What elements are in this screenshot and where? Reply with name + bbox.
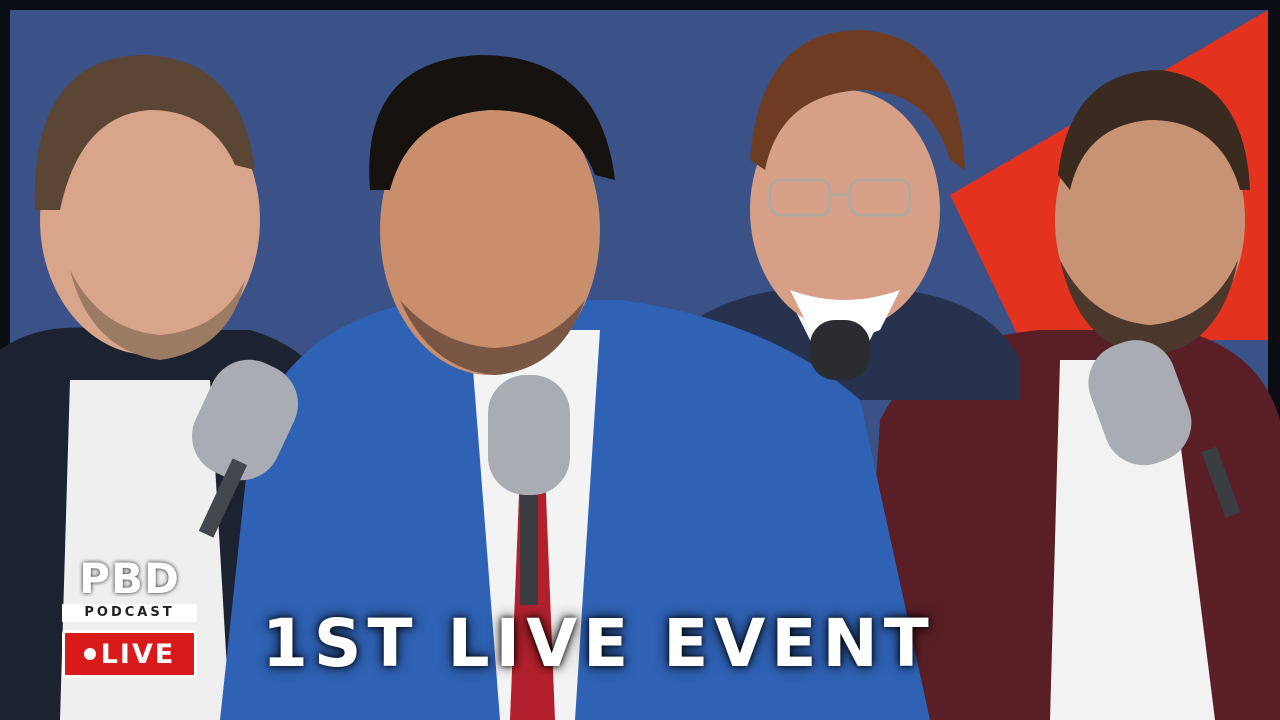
pbd-logo: PBD PODCAST LIVE xyxy=(62,556,197,678)
live-badge: LIVE xyxy=(62,630,197,678)
live-label: LIVE xyxy=(100,638,176,670)
microphone-icon xyxy=(810,320,870,380)
thumbnail-frame: PBD PODCAST LIVE 1ST LIVE EVENT xyxy=(0,0,1280,720)
logo-subtitle: PODCAST xyxy=(62,604,197,622)
microphone-icon xyxy=(192,359,298,538)
microphone-icon xyxy=(1088,340,1241,518)
headline-title: 1ST LIVE EVENT xyxy=(262,605,935,682)
logo-brand: PBD xyxy=(79,554,180,603)
microphone-icon xyxy=(488,375,570,605)
live-dot-icon xyxy=(83,648,96,660)
